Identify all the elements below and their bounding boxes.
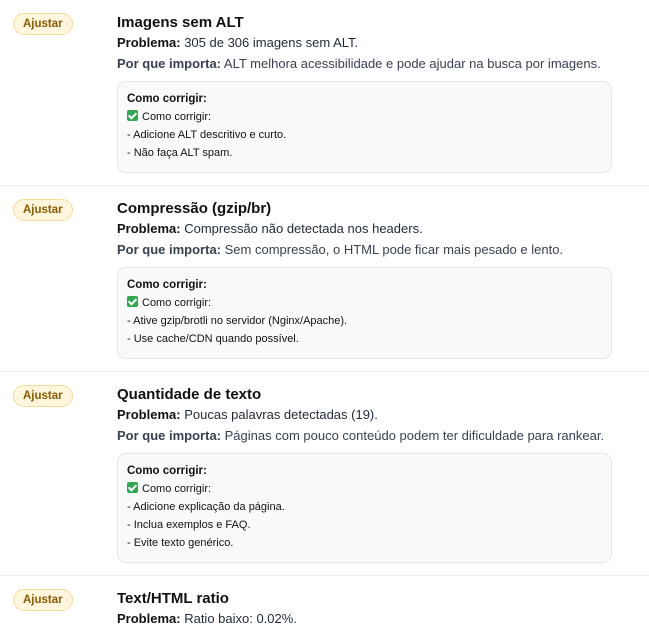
issue-problem: Problema: Compressão não detectada nos h… bbox=[117, 220, 635, 238]
issue-problem: Problema: 305 de 306 imagens sem ALT. bbox=[117, 34, 635, 52]
issue-content: Imagens sem ALT Problema: 305 de 306 ima… bbox=[117, 14, 635, 173]
fix-step: - Não faça ALT spam. bbox=[127, 147, 233, 159]
adjust-badge[interactable]: Ajustar bbox=[13, 589, 73, 611]
fix-step: - Use cache/CDN quando possível. bbox=[127, 333, 299, 345]
fix-intro: Como corrigir: bbox=[127, 110, 602, 125]
issue-problem: Problema: Poucas palavras detectadas (19… bbox=[117, 406, 635, 424]
problem-label: Problema: bbox=[117, 611, 181, 626]
why-text: Páginas com pouco conteúdo podem ter dif… bbox=[224, 428, 605, 443]
fix-step: - Adicione ALT descritivo e curto. bbox=[127, 129, 287, 141]
problem-label: Problema: bbox=[117, 35, 181, 50]
fix-box: Como corrigir: Como corrigir: - Ative gz… bbox=[117, 267, 612, 359]
problem-text: Poucas palavras detectadas (19). bbox=[184, 407, 378, 422]
issue-why: Por que importa: Páginas com pouco conte… bbox=[117, 427, 635, 445]
issue-title: Quantidade de texto bbox=[117, 386, 262, 403]
adjust-badge[interactable]: Ajustar bbox=[13, 199, 73, 221]
fix-step: - Evite texto genérico. bbox=[127, 537, 234, 549]
issue-item: Ajustar Quantidade de texto Problema: Po… bbox=[0, 371, 649, 575]
issue-item: Ajustar Compressão (gzip/br) Problema: C… bbox=[0, 185, 649, 371]
fix-intro: Como corrigir: bbox=[127, 482, 602, 497]
issue-content: Text/HTML ratio Problema: Ratio baixo: 0… bbox=[117, 590, 635, 628]
issue-content: Compressão (gzip/br) Problema: Compressã… bbox=[117, 200, 635, 359]
problem-text: 305 de 306 imagens sem ALT. bbox=[184, 35, 359, 50]
issue-title: Compressão (gzip/br) bbox=[117, 200, 272, 217]
issue-item: Ajustar Text/HTML ratio Problema: Ratio … bbox=[0, 575, 649, 643]
check-mark-icon bbox=[127, 482, 138, 493]
fix-heading: Como corrigir: bbox=[127, 279, 207, 291]
fix-heading: Como corrigir: bbox=[127, 465, 207, 477]
fix-intro-text: Como corrigir: bbox=[142, 111, 212, 123]
issue-content: Quantidade de texto Problema: Poucas pal… bbox=[117, 386, 635, 563]
issue-why: Por que importa: Sem compressão, o HTML … bbox=[117, 241, 635, 259]
issue-why: Por que importa: ALT melhora acessibilid… bbox=[117, 55, 635, 73]
check-mark-icon bbox=[127, 296, 138, 307]
why-label: Por que importa: bbox=[117, 56, 222, 71]
issue-title: Imagens sem ALT bbox=[117, 14, 244, 31]
problem-label: Problema: bbox=[117, 407, 181, 422]
fix-step: - Inclua exemplos e FAQ. bbox=[127, 519, 251, 531]
fix-box: Como corrigir: Como corrigir: - Adicione… bbox=[117, 453, 612, 563]
adjust-badge[interactable]: Ajustar bbox=[13, 385, 73, 407]
fix-box: Como corrigir: Como corrigir: - Adicione… bbox=[117, 81, 612, 173]
problem-text: Ratio baixo: 0.02%. bbox=[184, 611, 297, 626]
issue-item: Ajustar Imagens sem ALT Problema: 305 de… bbox=[0, 0, 649, 185]
fix-step: - Ative gzip/brotli no servidor (Nginx/A… bbox=[127, 315, 348, 327]
why-label: Por que importa: bbox=[117, 242, 222, 257]
issue-problem: Problema: Ratio baixo: 0.02%. bbox=[117, 610, 635, 628]
why-text: Sem compressão, o HTML pode ficar mais p… bbox=[224, 242, 564, 257]
fix-intro-text: Como corrigir: bbox=[142, 483, 212, 495]
problem-text: Compressão não detectada nos headers. bbox=[184, 221, 423, 236]
fix-intro: Como corrigir: bbox=[127, 296, 602, 311]
fix-heading: Como corrigir: bbox=[127, 93, 207, 105]
issue-list: Ajustar Imagens sem ALT Problema: 305 de… bbox=[0, 0, 649, 643]
issue-title: Text/HTML ratio bbox=[117, 590, 229, 607]
adjust-badge[interactable]: Ajustar bbox=[13, 13, 73, 35]
check-mark-icon bbox=[127, 110, 138, 121]
why-label: Por que importa: bbox=[117, 428, 222, 443]
why-text: ALT melhora acessibilidade e pode ajudar… bbox=[223, 56, 601, 71]
problem-label: Problema: bbox=[117, 221, 181, 236]
fix-intro-text: Como corrigir: bbox=[142, 297, 212, 309]
fix-step: - Adicione explicação da página. bbox=[127, 501, 285, 513]
